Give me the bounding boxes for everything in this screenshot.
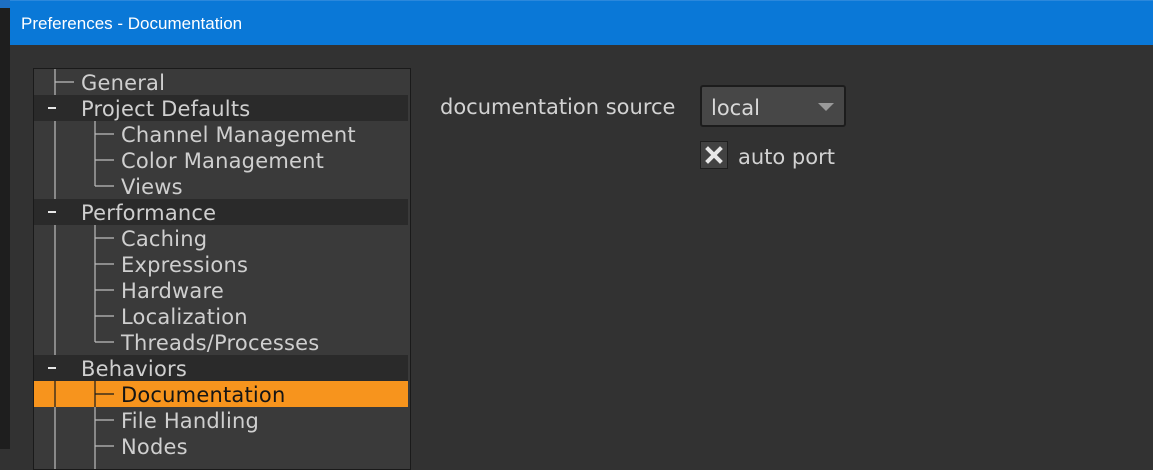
- chevron-down-icon: [818, 103, 834, 111]
- tree-item-documentation[interactable]: Documentation: [34, 381, 408, 407]
- tree-item-label: Expressions: [121, 253, 249, 277]
- tree-item-label: Views: [121, 175, 183, 199]
- tree-item-caching[interactable]: Caching: [34, 225, 408, 251]
- tree-item-label: Threads/Processes: [121, 331, 320, 355]
- tree-item-channel-management[interactable]: Channel Management: [34, 121, 408, 147]
- tree-item-file-handling[interactable]: File Handling: [34, 407, 408, 433]
- documentation-source-label: documentation source: [440, 95, 676, 119]
- tree-item-label: Color Management: [121, 149, 325, 173]
- tree-item-label: Performance: [81, 201, 217, 225]
- tree-item-color-management[interactable]: Color Management: [34, 147, 408, 173]
- window-title: Preferences - Documentation: [21, 14, 243, 33]
- tree-item-label: Behaviors: [81, 357, 187, 381]
- left-window-edge: [0, 0, 10, 449]
- tree-item-label: Hardware: [121, 279, 224, 303]
- preferences-panel: General Project Defaults Channel Managem…: [10, 45, 1153, 470]
- tree-item-performance[interactable]: Performance: [34, 199, 408, 225]
- auto-port-label: auto port: [738, 145, 835, 169]
- tree-item-label: Localization: [121, 305, 248, 329]
- collapse-toggle-icon[interactable]: [45, 206, 59, 218]
- tree-item-label: File Handling: [121, 409, 260, 433]
- tree-item-general[interactable]: General: [34, 69, 408, 95]
- tree-item-label: Channel Management: [121, 123, 356, 147]
- tree-item-project-defaults[interactable]: Project Defaults: [34, 95, 408, 121]
- tree-item-hardware[interactable]: Hardware: [34, 277, 408, 303]
- tree-item-behaviors[interactable]: Behaviors: [34, 355, 408, 381]
- collapse-toggle-icon[interactable]: [45, 362, 59, 374]
- auto-port-checkbox[interactable]: [700, 141, 728, 169]
- tree-item-label: Caching: [121, 227, 208, 251]
- left-edge-accent: [0, 0, 10, 8]
- collapse-toggle-icon[interactable]: [45, 102, 59, 114]
- tree-item-views[interactable]: Views: [34, 173, 408, 199]
- tree-item-label: General: [81, 71, 166, 95]
- tree-item-nodes[interactable]: Nodes: [34, 433, 408, 459]
- dropdown-value: local: [711, 96, 760, 120]
- tree-item-label: Nodes: [121, 435, 188, 459]
- checkmark-x-icon: [705, 146, 723, 164]
- title-bar[interactable]: Preferences - Documentation: [10, 0, 1153, 45]
- tree-item-localization[interactable]: Localization: [34, 303, 408, 329]
- preferences-tree[interactable]: General Project Defaults Channel Managem…: [33, 68, 411, 470]
- tree-item-label: Project Defaults: [81, 97, 251, 121]
- tree-item-expressions[interactable]: Expressions: [34, 251, 408, 277]
- tree-item-label: Documentation: [121, 383, 286, 407]
- documentation-source-dropdown[interactable]: local: [700, 85, 846, 127]
- tree-item-threads-processes[interactable]: Threads/Processes: [34, 329, 408, 355]
